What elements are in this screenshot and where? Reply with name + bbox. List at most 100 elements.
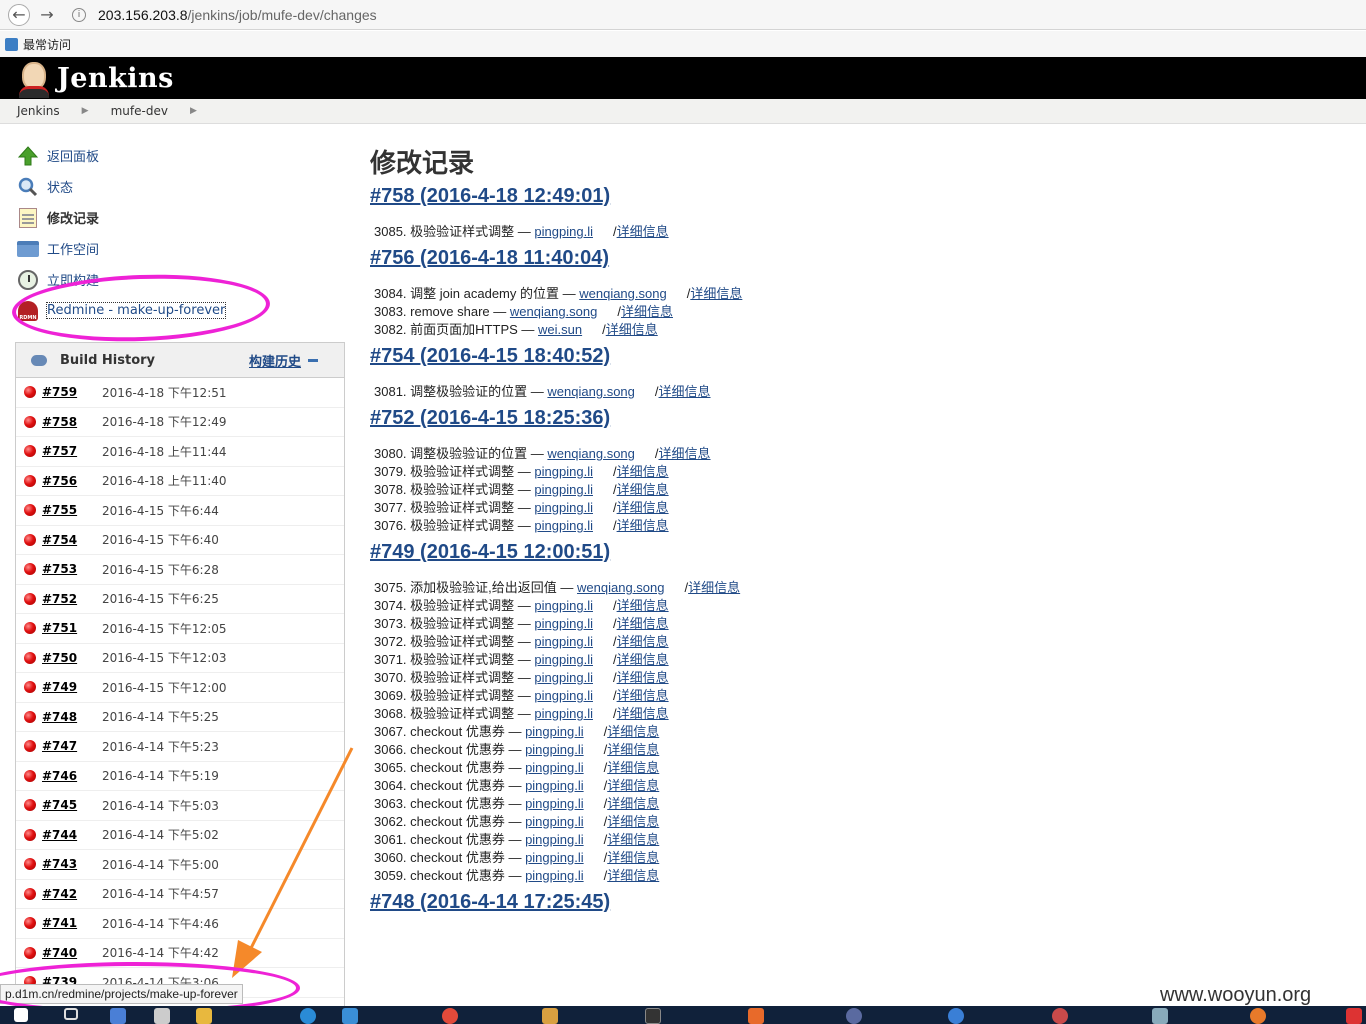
app-icon[interactable] (110, 1008, 132, 1024)
build-heading-link[interactable]: #749 (2016-4-15 12:00:51) (370, 541, 610, 563)
app-icon[interactable] (342, 1008, 364, 1024)
change-author-link[interactable]: pingping.li (525, 724, 584, 739)
build-history-row[interactable]: #753 2016-4-15 下午6:28 (16, 555, 344, 585)
site-info-icon[interactable]: i (72, 7, 86, 22)
url-field[interactable]: 203.156.203.8/jenkins/job/mufe-dev/chang… (98, 7, 377, 23)
change-author-link[interactable]: pingping.li (534, 706, 593, 721)
cmd-icon[interactable] (645, 1008, 667, 1024)
change-detail-link[interactable]: 详细信息 (659, 446, 711, 461)
change-author-link[interactable]: wenqiang.song (577, 580, 664, 595)
change-author-link[interactable]: wei.sun (538, 322, 582, 337)
change-detail-link[interactable]: 详细信息 (617, 482, 669, 497)
change-detail-link[interactable]: 详细信息 (606, 322, 658, 337)
change-author-link[interactable]: pingping.li (534, 688, 593, 703)
app-icon[interactable] (1052, 1008, 1074, 1024)
build-heading-link[interactable]: #756 (2016-4-18 11:40:04) (370, 247, 609, 269)
build-number-link[interactable]: #745 (42, 798, 77, 812)
build-number-link[interactable]: #750 (42, 651, 77, 665)
build-number-link[interactable]: #753 (42, 562, 77, 576)
change-author-link[interactable]: pingping.li (534, 670, 593, 685)
change-detail-link[interactable]: 详细信息 (607, 742, 659, 757)
build-number-link[interactable]: #759 (42, 385, 77, 399)
breadcrumb-chevron-icon[interactable]: ▶ (82, 106, 89, 116)
build-history-row[interactable]: #755 2016-4-15 下午6:44 (16, 496, 344, 526)
change-detail-link[interactable]: 详细信息 (617, 500, 669, 515)
change-detail-link[interactable]: 详细信息 (607, 778, 659, 793)
build-history-row[interactable]: #757 2016-4-18 上午11:44 (16, 437, 344, 467)
change-author-link[interactable]: wenqiang.song (547, 384, 634, 399)
change-author-link[interactable]: wenqiang.song (579, 286, 666, 301)
change-author-link[interactable]: pingping.li (525, 850, 584, 865)
back-button[interactable]: ← (8, 3, 30, 26)
notepad-app-icon[interactable] (1152, 1008, 1174, 1024)
explorer-icon[interactable] (196, 1008, 218, 1024)
change-detail-link[interactable]: 详细信息 (617, 616, 669, 631)
app-icon[interactable] (846, 1008, 868, 1024)
change-detail-link[interactable]: 详细信息 (617, 464, 669, 479)
build-history-row[interactable]: #751 2016-4-15 下午12:05 (16, 614, 344, 644)
build-history-row[interactable]: #756 2016-4-18 上午11:40 (16, 467, 344, 496)
change-author-link[interactable]: pingping.li (534, 464, 593, 479)
task-status[interactable]: 状态 (16, 171, 346, 202)
build-history-row[interactable]: #754 2016-4-15 下午6:40 (16, 526, 344, 555)
build-number-link[interactable]: #746 (42, 769, 77, 783)
build-history-row[interactable]: #752 2016-4-15 下午6:25 (16, 585, 344, 614)
change-detail-link[interactable]: 详细信息 (617, 670, 669, 685)
task-workspace[interactable]: 工作空间 (16, 233, 346, 264)
task-label[interactable]: 返回面板 (47, 146, 99, 165)
change-author-link[interactable]: pingping.li (534, 652, 593, 667)
build-number-link[interactable]: #743 (42, 857, 77, 871)
build-heading-link[interactable]: #748 (2016-4-14 17:25:45) (370, 891, 610, 913)
build-number-link[interactable]: #756 (42, 474, 77, 488)
change-detail-link[interactable]: 详细信息 (617, 598, 669, 613)
build-number-link[interactable]: #747 (42, 739, 77, 753)
build-number-link[interactable]: #755 (42, 503, 77, 517)
change-author-link[interactable]: pingping.li (534, 482, 593, 497)
collapse-icon[interactable] (308, 359, 318, 362)
bookmark-most-visited[interactable]: 最常访问 (23, 36, 71, 53)
change-author-link[interactable]: pingping.li (525, 832, 584, 847)
build-number-link[interactable]: #758 (42, 415, 77, 429)
change-detail-link[interactable]: 详细信息 (617, 652, 669, 667)
build-number-link[interactable]: #749 (42, 680, 77, 694)
change-author-link[interactable]: pingping.li (534, 518, 593, 533)
build-number-link[interactable]: #752 (42, 592, 77, 606)
change-author-link[interactable]: pingping.li (525, 742, 584, 757)
build-heading-link[interactable]: #758 (2016-4-18 12:49:01) (370, 185, 610, 207)
breadcrumb-chevron-icon[interactable]: ▶ (190, 106, 197, 116)
change-detail-link[interactable]: 详细信息 (617, 634, 669, 649)
task-view-icon[interactable] (64, 1008, 84, 1024)
change-detail-link[interactable]: 详细信息 (607, 850, 659, 865)
task-label[interactable]: 状态 (47, 177, 73, 196)
change-detail-link[interactable]: 详细信息 (617, 518, 669, 533)
change-detail-link[interactable]: 详细信息 (690, 286, 742, 301)
forward-button[interactable]: → (36, 4, 58, 26)
build-number-link[interactable]: #748 (42, 710, 77, 724)
change-author-link[interactable]: pingping.li (525, 868, 584, 883)
change-detail-link[interactable]: 详细信息 (617, 224, 669, 239)
change-author-link[interactable]: pingping.li (534, 634, 593, 649)
burp-icon[interactable] (748, 1008, 770, 1024)
change-author-link[interactable]: wenqiang.song (510, 304, 597, 319)
build-trend-link[interactable]: 构建历史 (249, 351, 301, 370)
change-detail-link[interactable]: 详细信息 (607, 724, 659, 739)
change-detail-link[interactable]: 详细信息 (607, 868, 659, 883)
app-icon[interactable] (1346, 1008, 1366, 1024)
qq-icon[interactable] (542, 1008, 564, 1024)
change-detail-link[interactable]: 详细信息 (607, 760, 659, 775)
build-history-row[interactable]: #758 2016-4-18 下午12:49 (16, 408, 344, 437)
build-number-link[interactable]: #742 (42, 887, 77, 901)
calculator-icon[interactable] (154, 1008, 176, 1024)
task-label[interactable]: 修改记录 (47, 208, 99, 227)
build-number-link[interactable]: #754 (42, 533, 77, 547)
task-label[interactable]: 工作空间 (47, 239, 99, 258)
breadcrumb-mufe-dev[interactable]: mufe-dev (111, 104, 168, 118)
change-author-link[interactable]: pingping.li (525, 760, 584, 775)
build-number-link[interactable]: #744 (42, 828, 77, 842)
build-history-row[interactable]: #749 2016-4-15 下午12:00 (16, 673, 344, 703)
change-author-link[interactable]: pingping.li (525, 814, 584, 829)
change-author-link[interactable]: pingping.li (534, 598, 593, 613)
task-changes[interactable]: 修改记录 (16, 202, 346, 233)
start-icon[interactable] (14, 1008, 34, 1024)
change-detail-link[interactable]: 详细信息 (617, 706, 669, 721)
